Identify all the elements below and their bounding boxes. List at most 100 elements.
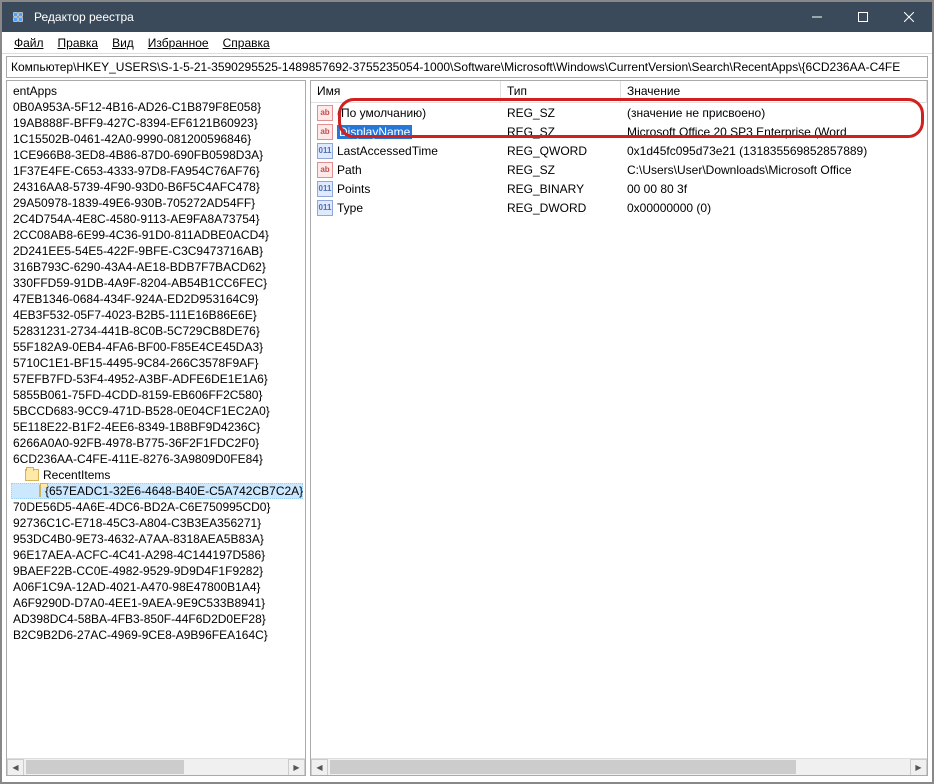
menu-favorites[interactable]: Избранное [142, 34, 215, 52]
tree-item[interactable]: 52831231-2734-441B-8C0B-5C729CB8DE76} [11, 323, 303, 339]
tree-item-label: 19AB888F-BFF9-427C-8394-EF6121B60923} [13, 116, 258, 130]
tree-item[interactable]: 316B793C-6290-43A4-AE18-BDB7F7BACD62} [11, 259, 303, 275]
scroll-left-icon[interactable]: ◀ [311, 759, 328, 776]
tree-item[interactable]: 57EFB7FD-53F4-4952-A3BF-ADFE6DE1E1A6} [11, 371, 303, 387]
tree-item[interactable]: 55F182A9-0EB4-4FA6-BF00-F85E4CE45DA3} [11, 339, 303, 355]
tree-item-label: 1C15502B-0461-42A0-9990-081200596846} [13, 132, 251, 146]
string-value-icon: ab [317, 124, 333, 140]
tree-item[interactable]: 6CD236AA-C4FE-411E-8276-3A9809D0FE84} [11, 451, 303, 467]
tree-item-label: 1F37E4FE-C653-4333-97D8-FA954C76AF76} [13, 164, 260, 178]
col-type[interactable]: Тип [501, 81, 621, 102]
tree-item[interactable]: 2D241EE5-54E5-422F-9BFE-C3C9473716AB} [11, 243, 303, 259]
tree-item[interactable]: 5E118E22-B1F2-4EE6-8349-1B8BF9D4236C} [11, 419, 303, 435]
folder-icon [39, 485, 41, 497]
tree-item-label: 5E118E22-B1F2-4EE6-8349-1B8BF9D4236C} [13, 420, 260, 434]
tree-item-label: 5855B061-75FD-4CDD-8159-EB606FF2C580} [13, 388, 262, 402]
values-header: Имя Тип Значение [311, 81, 927, 103]
tree-item[interactable]: 96E17AEA-ACFC-4C41-A298-4C144197D586} [11, 547, 303, 563]
tree-list[interactable]: entApps0B0A953A-5F12-4B16-AD26-C1B879F8E… [7, 81, 305, 757]
values-list[interactable]: ab(По умолчанию)REG_SZ(значение не присв… [311, 103, 927, 758]
scroll-right-icon[interactable]: ▶ [910, 759, 927, 776]
tree-item-label: 330FFD59-91DB-4A9F-8204-AB54B1CC6FEC} [13, 276, 267, 290]
value-type: REG_SZ [501, 125, 621, 139]
value-data: 0x1d45fc095d73e21 (131835569852857889) [621, 144, 927, 158]
menu-help[interactable]: Справка [217, 34, 276, 52]
tree-item-label: 0B0A953A-5F12-4B16-AD26-C1B879F8E058} [13, 100, 261, 114]
maximize-button[interactable] [840, 2, 886, 32]
binary-value-icon: 011 [317, 200, 333, 216]
binary-value-icon: 011 [317, 143, 333, 159]
scroll-track[interactable] [328, 759, 910, 775]
close-button[interactable] [886, 2, 932, 32]
tree-item[interactable]: B2C9B2D6-27AC-4969-9CE8-A9B96FEA164C} [11, 627, 303, 643]
tree-item[interactable]: {657EADC1-32E6-4648-B40E-C5A742CB7C2A} [11, 483, 303, 499]
value-row[interactable]: abDisplayNameREG_SZMicrosoft Office 20 S… [311, 122, 927, 141]
values-hscroll[interactable]: ◀ ▶ [311, 758, 927, 775]
tree-item[interactable]: 1C15502B-0461-42A0-9990-081200596846} [11, 131, 303, 147]
tree-item[interactable]: 5BCCD683-9CC9-471D-B528-0E04CF1EC2A0} [11, 403, 303, 419]
tree-item[interactable]: A6F9290D-D7A0-4EE1-9AEA-9E9C533B8941} [11, 595, 303, 611]
value-row[interactable]: abPathREG_SZC:\Users\User\Downloads\Micr… [311, 160, 927, 179]
tree-item[interactable]: 92736C1C-E718-45C3-A804-C3B3EA356271} [11, 515, 303, 531]
tree-item[interactable]: 9BAEF22B-CC0E-4982-9529-9D9D4F1F9282} [11, 563, 303, 579]
tree-item[interactable]: 4EB3F532-05F7-4023-B2B5-111E16B86E6E} [11, 307, 303, 323]
tree-item[interactable]: 70DE56D5-4A6E-4DC6-BD2A-C6E750995CD0} [11, 499, 303, 515]
tree-item[interactable]: A06F1C9A-12AD-4021-A470-98E47800B1A4} [11, 579, 303, 595]
col-name[interactable]: Имя [311, 81, 501, 102]
tree-item[interactable]: 5710C1E1-BF15-4495-9C84-266C3578F9AF} [11, 355, 303, 371]
tree-item[interactable]: 6266A0A0-92FB-4978-B775-36F2F1FDC2F0} [11, 435, 303, 451]
tree-item-label: 29A50978-1839-49E6-930B-705272AD54FF} [13, 196, 255, 210]
scroll-thumb[interactable] [330, 760, 796, 774]
scroll-right-icon[interactable]: ▶ [288, 759, 305, 776]
minimize-button[interactable] [794, 2, 840, 32]
tree-item-label: 2D241EE5-54E5-422F-9BFE-C3C9473716AB} [13, 244, 263, 258]
scroll-left-icon[interactable]: ◀ [7, 759, 24, 776]
tree-hscroll[interactable]: ◀ ▶ [7, 758, 305, 775]
tree-item[interactable]: 1F37E4FE-C653-4333-97D8-FA954C76AF76} [11, 163, 303, 179]
tree-item[interactable]: 2C4D754A-4E8C-4580-9113-AE9FA8A73754} [11, 211, 303, 227]
col-value[interactable]: Значение [621, 81, 927, 102]
tree-item-label: AD398DC4-58BA-4FB3-850F-44F6D2D0EF28} [13, 612, 266, 626]
menu-edit[interactable]: Правка [52, 34, 105, 52]
tree-item[interactable]: entApps [11, 83, 303, 99]
tree-item-label: 24316AA8-5739-4F90-93D0-B6F5C4AFC478} [13, 180, 260, 194]
value-row[interactable]: 011LastAccessedTimeREG_QWORD0x1d45fc095d… [311, 141, 927, 160]
scroll-thumb[interactable] [26, 760, 184, 774]
value-data: 0x00000000 (0) [621, 201, 927, 215]
tree-item[interactable]: AD398DC4-58BA-4FB3-850F-44F6D2D0EF28} [11, 611, 303, 627]
tree-item-label: 4EB3F532-05F7-4023-B2B5-111E16B86E6E} [13, 308, 257, 322]
tree-panel: entApps0B0A953A-5F12-4B16-AD26-C1B879F8E… [6, 80, 306, 776]
values-panel: Имя Тип Значение ab(По умолчанию)REG_SZ(… [310, 80, 928, 776]
value-name: Path [337, 163, 362, 177]
title-bar[interactable]: Редактор реестра [2, 2, 932, 32]
tree-item[interactable]: 29A50978-1839-49E6-930B-705272AD54FF} [11, 195, 303, 211]
tree-item[interactable]: 5855B061-75FD-4CDD-8159-EB606FF2C580} [11, 387, 303, 403]
value-row[interactable]: ab(По умолчанию)REG_SZ(значение не присв… [311, 103, 927, 122]
tree-item-label: 55F182A9-0EB4-4FA6-BF00-F85E4CE45DA3} [13, 340, 263, 354]
tree-item[interactable]: 1CE966B8-3ED8-4B86-87D0-690FB0598D3A} [11, 147, 303, 163]
menu-view[interactable]: Вид [106, 34, 140, 52]
value-type: REG_BINARY [501, 182, 621, 196]
value-data: (значение не присвоено) [621, 106, 927, 120]
tree-item[interactable]: 953DC4B0-9E73-4632-A7AA-8318AEA5B83A} [11, 531, 303, 547]
tree-item[interactable]: RecentItems [11, 467, 303, 483]
menu-file[interactable]: Файл [8, 34, 50, 52]
tree-item-label: RecentItems [43, 468, 110, 482]
value-row[interactable]: 011TypeREG_DWORD0x00000000 (0) [311, 198, 927, 217]
value-row[interactable]: 011PointsREG_BINARY00 00 80 3f [311, 179, 927, 198]
tree-item[interactable]: 47EB1346-0684-434F-924A-ED2D953164C9} [11, 291, 303, 307]
folder-icon [25, 469, 39, 481]
tree-item-label: A6F9290D-D7A0-4EE1-9AEA-9E9C533B8941} [13, 596, 265, 610]
address-bar[interactable]: Компьютер\HKEY_USERS\S-1-5-21-3590295525… [6, 56, 928, 78]
scroll-track[interactable] [24, 759, 288, 775]
window-frame: Редактор реестра Файл Правка Вид Избранн… [0, 0, 934, 784]
value-type: REG_DWORD [501, 201, 621, 215]
value-type: REG_SZ [501, 163, 621, 177]
tree-item[interactable]: 0B0A953A-5F12-4B16-AD26-C1B879F8E058} [11, 99, 303, 115]
tree-item-label: 6266A0A0-92FB-4978-B775-36F2F1FDC2F0} [13, 436, 259, 450]
tree-item[interactable]: 24316AA8-5739-4F90-93D0-B6F5C4AFC478} [11, 179, 303, 195]
tree-item[interactable]: 19AB888F-BFF9-427C-8394-EF6121B60923} [11, 115, 303, 131]
tree-item[interactable]: 330FFD59-91DB-4A9F-8204-AB54B1CC6FEC} [11, 275, 303, 291]
value-name: DisplayName [337, 125, 412, 139]
tree-item[interactable]: 2CC08AB8-6E99-4C36-91D0-811ADBE0ACD4} [11, 227, 303, 243]
